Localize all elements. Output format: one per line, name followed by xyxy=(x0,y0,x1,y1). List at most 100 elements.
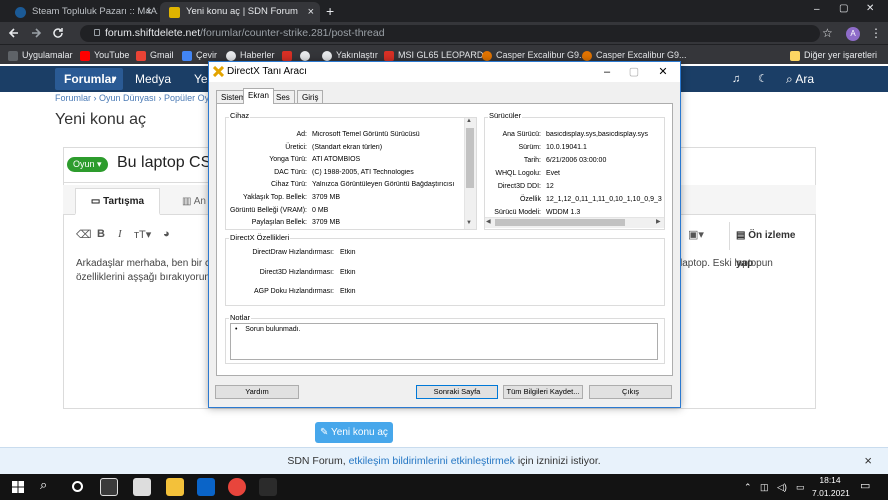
drivers-scroll-thumb[interactable] xyxy=(495,219,625,226)
nav-forums[interactable]: Forumlar xyxy=(64,66,116,92)
tab-poll[interactable]: ▥ An xyxy=(182,196,206,207)
device-group-label: Cihaz xyxy=(229,111,251,120)
volume-icon[interactable]: ◁) xyxy=(777,481,787,494)
address-bar[interactable]: forum.shiftdelete.net/forumlar/counter-s… xyxy=(80,25,820,42)
comments-icon: ▭ xyxy=(90,196,104,207)
dx-row-label: DirectDraw Hızlandırması: xyxy=(252,249,334,256)
nav-media[interactable]: Medya xyxy=(135,66,171,92)
close-tab-icon[interactable]: × xyxy=(146,2,152,22)
mail-icon[interactable] xyxy=(197,478,215,496)
close-tab-icon[interactable]: × xyxy=(308,2,314,22)
dx-row-label: AGP Doku Hızlandırması: xyxy=(253,288,334,295)
search-icon[interactable]: ⌕ xyxy=(40,477,47,493)
casper-icon xyxy=(582,50,592,61)
store-icon[interactable] xyxy=(133,478,151,496)
notification-enable-link[interactable]: etkileşim bildirimlerini etkinleştirmek xyxy=(349,455,515,467)
zoom-icon xyxy=(322,50,332,61)
device-row-value: ATI ATOMBIOS xyxy=(312,156,361,164)
tab-steam[interactable]: Steam Topluluk Pazarı :: M4A1-S × xyxy=(6,2,158,22)
next-page-button[interactable]: Sonraki Sayfa xyxy=(416,385,498,399)
action-center-icon[interactable]: ▭ xyxy=(860,480,870,493)
bold-icon[interactable]: B xyxy=(97,228,105,240)
device-scroll-thumb[interactable] xyxy=(466,128,474,188)
save-all-info-button[interactable]: Tüm Bilgileri Kaydet... xyxy=(503,385,583,399)
submit-thread-button[interactable]: ✎ Yeni konu aç xyxy=(315,422,393,443)
device-row-label: Yonga Türü: xyxy=(269,156,307,164)
chevron-down-icon[interactable]: ▾ xyxy=(112,66,117,92)
help-button[interactable]: Yardım xyxy=(215,385,299,399)
forward-icon[interactable] xyxy=(30,27,42,39)
maximize-button[interactable]: ▢ xyxy=(839,3,848,14)
sdn-icon xyxy=(169,7,180,18)
tab-sound[interactable]: Ses xyxy=(271,90,295,104)
font-size-icon[interactable]: ᴛT▾ xyxy=(134,228,151,241)
eraser-icon[interactable]: ⌫ xyxy=(76,228,92,241)
network-icon[interactable]: ◫ xyxy=(760,481,769,494)
driver-row-label: Sürücü Modeli: xyxy=(494,209,541,216)
breadcrumb-popular[interactable]: Popüler Oy xyxy=(164,93,209,103)
save-draft-icon[interactable]: ▣▾ xyxy=(688,228,704,241)
device-row-value: 3709 MB xyxy=(312,219,341,227)
nav-new[interactable]: Ye xyxy=(194,66,208,92)
device-row-label: Üretici: xyxy=(285,143,307,151)
dialog-minimize-button[interactable]: – xyxy=(594,62,620,82)
tab-display[interactable]: Ekran xyxy=(243,88,274,104)
profile-avatar[interactable]: A xyxy=(846,27,860,41)
new-tab-button[interactable]: + xyxy=(326,2,334,20)
keyboard-icon[interactable]: ▭ xyxy=(796,481,805,494)
driver-row-value: Evet xyxy=(546,170,561,177)
breadcrumb-games[interactable]: Oyun Dünyası xyxy=(99,93,156,103)
bookmark-gmail[interactable]: Gmail xyxy=(136,45,174,65)
chrome-icon[interactable] xyxy=(228,478,246,496)
palette-icon[interactable]: ◕ xyxy=(163,228,170,240)
bookmark-youtube[interactable]: YouTube xyxy=(80,45,129,65)
body-text-line1: Arkadaşlar merhaba, ben bir cs xyxy=(76,258,215,269)
tab-sdn[interactable]: Yeni konu aç | SDN Forum × xyxy=(160,2,320,22)
reload-icon[interactable] xyxy=(52,27,64,39)
prefix-badge[interactable]: Oyun ▾ xyxy=(67,157,108,172)
driver-row-value: 10.0.19041.1 xyxy=(546,144,587,151)
dx-row-value: Etkin xyxy=(340,288,356,295)
dialog-close-button[interactable]: ✕ xyxy=(650,62,676,82)
exit-button[interactable]: Çıkış xyxy=(589,385,672,399)
scroll-right-arrow[interactable]: ▶ xyxy=(656,218,661,225)
folder-icon xyxy=(790,50,800,61)
bookmark-star-icon[interactable]: ☆ xyxy=(822,26,833,40)
scroll-down-arrow[interactable]: ▼ xyxy=(466,220,472,226)
minimize-button[interactable]: – xyxy=(814,4,820,15)
chart-icon: ▥ xyxy=(182,196,194,207)
moon-icon[interactable]: ☾ xyxy=(758,66,768,92)
search-link[interactable]: ⌕ Ara xyxy=(786,66,814,92)
driver-row-value: WDDM 1.3 xyxy=(546,209,581,216)
tab-input[interactable]: Giriş xyxy=(297,90,324,104)
tab-discussion[interactable]: ▭ Tartışma xyxy=(75,188,160,215)
device-row-label: Ad: xyxy=(296,131,307,138)
bell-icon[interactable]: ♫ xyxy=(732,66,740,92)
back-icon[interactable] xyxy=(8,27,20,39)
bookmark-apps[interactable]: Uygulamalar xyxy=(8,45,73,65)
menu-icon[interactable]: ⋮ xyxy=(870,26,882,40)
scroll-up-arrow[interactable]: ▲ xyxy=(466,118,472,124)
dialog-maximize-button[interactable]: ▢ xyxy=(621,62,647,82)
preview-button[interactable]: ▤ Ön izleme yap xyxy=(729,222,815,269)
breadcrumb: Forumlar › Oyun Dünyası › Popüler Oy xyxy=(55,93,210,103)
scroll-left-arrow[interactable]: ◀ xyxy=(486,218,491,225)
file-explorer-icon[interactable] xyxy=(166,478,184,496)
device-row-value: Microsoft Temel Görüntü Sürücüsü xyxy=(312,131,420,138)
clock[interactable]: 18:14 7.01.2021 xyxy=(812,474,850,500)
task-view-icon[interactable] xyxy=(100,478,118,496)
italic-icon[interactable]: I xyxy=(118,228,122,240)
windows-start-icon[interactable] xyxy=(12,481,24,493)
close-window-button[interactable]: ✕ xyxy=(866,3,874,14)
driver-row-label: Tarih: xyxy=(523,157,541,164)
breadcrumb-forums[interactable]: Forumlar xyxy=(55,93,91,103)
tray-chevron-icon[interactable]: ⌃ xyxy=(744,481,752,494)
directx-taskbar-icon[interactable] xyxy=(259,478,277,496)
translate-icon xyxy=(182,50,192,61)
device-row-label: Cihaz Türü: xyxy=(270,181,307,189)
device-row-value: Yalnızca Görüntüleyen Görüntü Bağdaştırı… xyxy=(312,181,455,189)
bookmark-other[interactable]: Diğer yer işaretleri xyxy=(790,45,877,65)
directx-icon xyxy=(213,66,224,77)
notification-close-button[interactable]: × xyxy=(864,447,872,474)
cortana-icon[interactable] xyxy=(72,481,83,492)
